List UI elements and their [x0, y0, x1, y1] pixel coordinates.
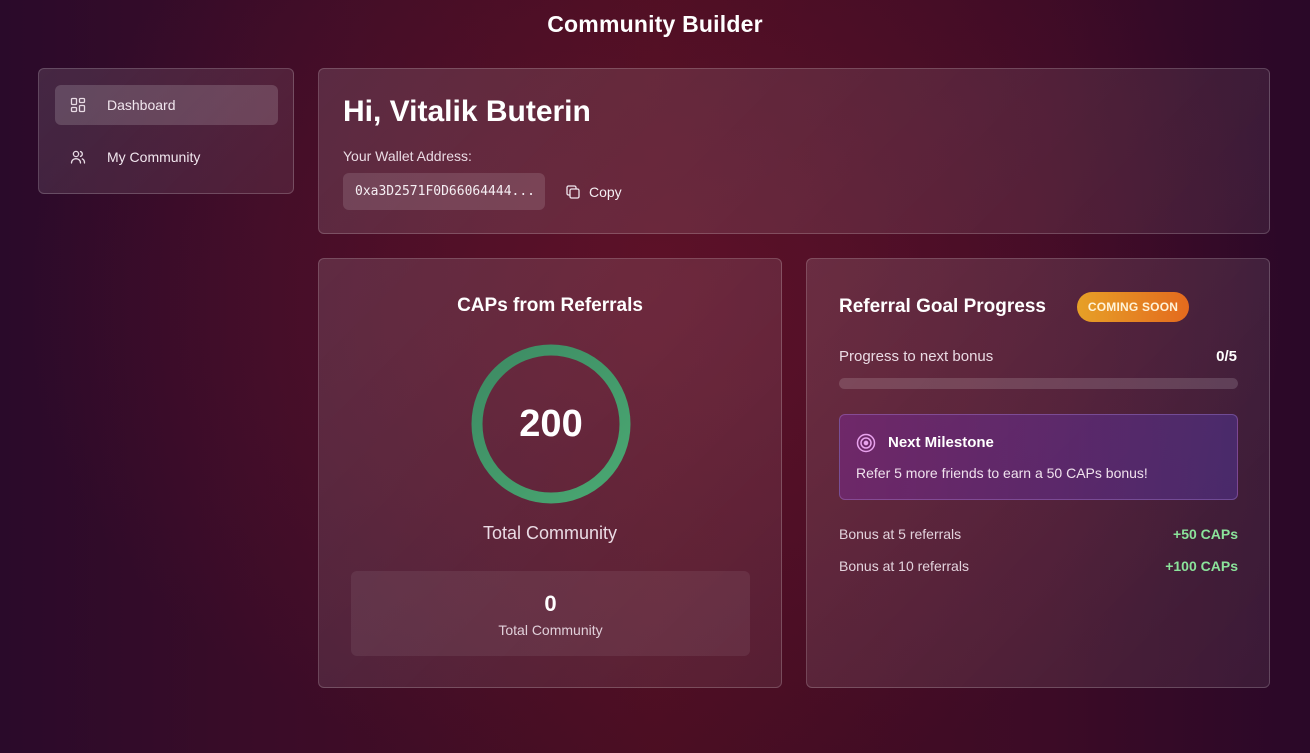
- sidebar: Dashboard My Community: [38, 68, 294, 194]
- stat-value: 0: [544, 591, 557, 616]
- goal-title: Referral Goal Progress: [839, 296, 1046, 317]
- sidebar-item-label: My Community: [107, 149, 201, 165]
- users-icon: [70, 149, 86, 165]
- milestone-title: Next Milestone: [888, 434, 994, 451]
- referral-goal-card: Referral Goal Progress COMING SOON Progr…: [806, 258, 1270, 688]
- milestone-text: Refer 5 more friends to earn a 50 CAPs b…: [856, 465, 1148, 481]
- wallet-address: 0xa3D2571F0D66064444...: [343, 173, 545, 210]
- progress-count: 0/5: [1216, 348, 1237, 365]
- sidebar-item-label: Dashboard: [107, 97, 176, 113]
- next-milestone: Next Milestone Refer 5 more friends to e…: [839, 414, 1238, 500]
- app-title: Community Builder: [547, 11, 763, 37]
- page-title: Hi, Vitalik Buterin: [343, 95, 591, 128]
- wallet-label: Your Wallet Address:: [343, 148, 472, 164]
- bonus-row: Bonus at 10 referrals +100 CAPs: [839, 558, 1238, 574]
- greeting-card: Hi, Vitalik Buterin Your Wallet Address:…: [318, 68, 1270, 234]
- target-icon: [856, 433, 876, 453]
- caps-card: CAPs from Referrals 200 Total Community …: [318, 258, 782, 688]
- copy-label: Copy: [589, 183, 622, 200]
- caps-value: 200: [519, 402, 583, 445]
- copy-icon: [566, 184, 580, 199]
- dashboard-icon: [70, 97, 86, 113]
- bonus-amount: +50 CAPs: [1173, 526, 1238, 542]
- stat-label: Total Community: [498, 622, 603, 638]
- caps-ring-label: Total Community: [482, 523, 618, 543]
- progress-bar: [839, 378, 1238, 389]
- bonus-label: Bonus at 10 referrals: [839, 558, 969, 574]
- coming-soon-badge: COMING SOON: [1077, 292, 1189, 322]
- sidebar-item-dashboard[interactable]: Dashboard: [55, 85, 278, 125]
- caps-title: CAPs from Referrals: [457, 295, 643, 316]
- total-community-stat: 0 Total Community: [351, 571, 750, 656]
- copy-button[interactable]: Copy: [557, 173, 630, 210]
- sidebar-item-my-community[interactable]: My Community: [55, 137, 278, 177]
- bonus-label: Bonus at 5 referrals: [839, 526, 962, 542]
- bonus-amount: +100 CAPs: [1165, 558, 1238, 574]
- progress-label: Progress to next bonus: [839, 348, 994, 365]
- bonus-row: Bonus at 5 referrals +50 CAPs: [839, 526, 1238, 542]
